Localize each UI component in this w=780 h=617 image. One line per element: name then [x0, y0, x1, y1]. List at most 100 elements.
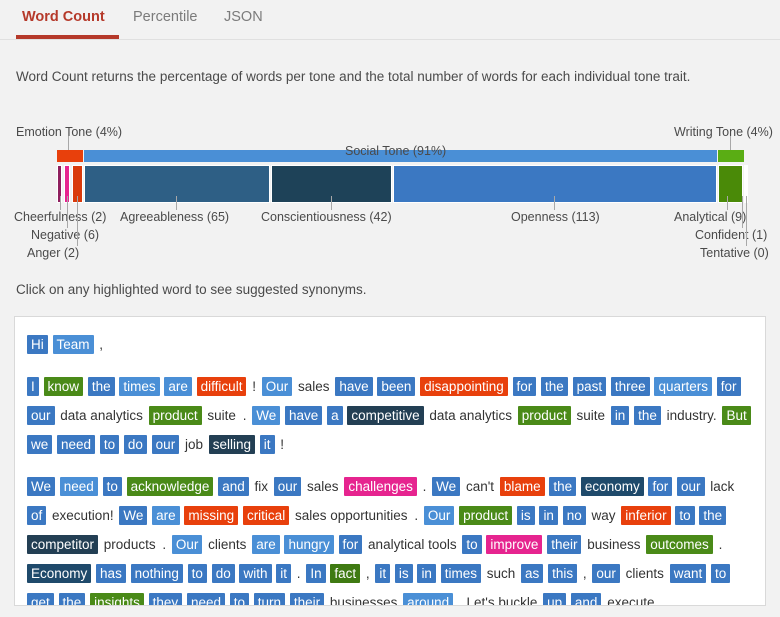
- highlighted-word[interactable]: fact: [330, 564, 361, 583]
- highlighted-word[interactable]: in: [610, 406, 630, 425]
- highlighted-word[interactable]: the: [549, 477, 577, 496]
- highlighted-word[interactable]: in: [539, 506, 558, 525]
- highlighted-word[interactable]: of: [27, 506, 47, 525]
- tab-word-count[interactable]: Word Count: [20, 4, 107, 35]
- highlighted-word[interactable]: economy: [580, 477, 644, 496]
- highlighted-word[interactable]: it: [375, 564, 391, 583]
- highlighted-word[interactable]: insights: [90, 593, 144, 605]
- highlighted-word[interactable]: turn: [253, 593, 286, 605]
- highlighted-word[interactable]: quarters: [654, 377, 712, 396]
- highlighted-word[interactable]: their: [289, 593, 325, 605]
- highlighted-word[interactable]: Our: [171, 535, 203, 554]
- highlighted-word[interactable]: no: [562, 506, 586, 525]
- highlighted-word[interactable]: have: [335, 377, 373, 396]
- highlighted-word[interactable]: the: [87, 377, 115, 396]
- highlighted-word[interactable]: to: [229, 593, 250, 605]
- highlighted-word[interactable]: get: [27, 593, 54, 605]
- highlighted-word[interactable]: are: [164, 377, 192, 396]
- highlighted-word[interactable]: Team: [52, 335, 94, 354]
- highlighted-word[interactable]: to: [99, 435, 120, 454]
- highlighted-word[interactable]: our: [677, 477, 705, 496]
- highlighted-word[interactable]: is: [516, 506, 535, 525]
- highlighted-word[interactable]: difficult: [196, 377, 247, 396]
- trait-bar-agreeableness[interactable]: [84, 165, 270, 203]
- highlighted-word[interactable]: do: [211, 564, 235, 583]
- highlighted-word[interactable]: to: [711, 564, 731, 583]
- highlighted-word[interactable]: need: [186, 593, 225, 605]
- trait-bar-openness[interactable]: [393, 165, 717, 203]
- highlighted-word[interactable]: do: [123, 435, 147, 454]
- highlighted-word[interactable]: inferior: [621, 506, 671, 525]
- analyzed-text-panel[interactable]: Hi Team , I know the times are difficult…: [14, 316, 766, 606]
- highlighted-word[interactable]: our: [273, 477, 302, 496]
- highlighted-word[interactable]: hungry: [284, 535, 334, 554]
- highlighted-word[interactable]: critical: [242, 506, 290, 525]
- highlighted-word[interactable]: competitive: [347, 406, 424, 425]
- highlighted-word[interactable]: are: [152, 506, 180, 525]
- highlighted-word[interactable]: improve: [486, 535, 543, 554]
- highlighted-word[interactable]: selling: [208, 435, 256, 454]
- highlighted-word[interactable]: for: [512, 377, 537, 396]
- highlighted-word[interactable]: and: [218, 477, 249, 496]
- highlighted-word[interactable]: Hi: [27, 335, 48, 354]
- highlighted-word[interactable]: the: [58, 593, 86, 605]
- highlighted-word[interactable]: three: [610, 377, 650, 396]
- highlighted-word[interactable]: missing: [184, 506, 239, 525]
- highlighted-word[interactable]: for: [716, 377, 741, 396]
- group-bar-writing-tone[interactable]: [718, 150, 744, 162]
- highlighted-word[interactable]: In: [306, 564, 326, 583]
- tab-json[interactable]: JSON: [222, 4, 265, 35]
- highlighted-word[interactable]: are: [252, 535, 280, 554]
- highlighted-word[interactable]: in: [417, 564, 436, 583]
- highlighted-word[interactable]: we: [27, 435, 53, 454]
- tab-percentile[interactable]: Percentile: [131, 4, 199, 35]
- highlighted-word[interactable]: product: [148, 406, 202, 425]
- highlighted-word[interactable]: been: [377, 377, 416, 396]
- highlighted-word[interactable]: product: [459, 506, 513, 525]
- highlighted-word[interactable]: it: [259, 435, 275, 454]
- highlighted-word[interactable]: We: [119, 506, 148, 525]
- highlighted-word[interactable]: the: [634, 406, 661, 425]
- highlighted-word[interactable]: acknowledge: [126, 477, 214, 496]
- highlighted-word[interactable]: around: [403, 593, 454, 605]
- highlighted-word[interactable]: has: [96, 564, 126, 583]
- highlighted-word[interactable]: the: [541, 377, 568, 396]
- highlighted-word[interactable]: as: [521, 564, 544, 583]
- trait-bar-analytical[interactable]: [718, 165, 743, 203]
- highlighted-word[interactable]: But: [722, 406, 751, 425]
- highlighted-word[interactable]: nothing: [130, 564, 183, 583]
- highlighted-word[interactable]: a: [327, 406, 343, 425]
- highlighted-word[interactable]: competitor: [27, 535, 99, 554]
- highlighted-word[interactable]: Economy: [27, 564, 92, 583]
- highlighted-word[interactable]: need: [57, 435, 96, 454]
- highlighted-word[interactable]: need: [59, 477, 98, 496]
- highlighted-word[interactable]: have: [285, 406, 323, 425]
- highlighted-word[interactable]: challenges: [344, 477, 417, 496]
- highlighted-word[interactable]: for: [338, 535, 363, 554]
- highlighted-word[interactable]: blame: [499, 477, 545, 496]
- highlighted-word[interactable]: to: [187, 564, 207, 583]
- highlighted-word[interactable]: up: [543, 593, 567, 605]
- highlighted-word[interactable]: times: [440, 564, 481, 583]
- highlighted-word[interactable]: to: [102, 477, 122, 496]
- highlighted-word[interactable]: Our: [261, 377, 293, 396]
- highlighted-word[interactable]: the: [699, 506, 727, 525]
- highlighted-word[interactable]: want: [669, 564, 707, 583]
- highlighted-word[interactable]: our: [27, 406, 55, 425]
- highlighted-word[interactable]: their: [547, 535, 582, 554]
- highlighted-word[interactable]: outcomes: [646, 535, 713, 554]
- highlighted-word[interactable]: and: [570, 593, 602, 605]
- highlighted-word[interactable]: is: [394, 564, 413, 583]
- highlighted-word[interactable]: our: [592, 564, 620, 583]
- highlighted-word[interactable]: past: [572, 377, 607, 396]
- highlighted-word[interactable]: Our: [423, 506, 455, 525]
- highlighted-word[interactable]: they: [148, 593, 183, 605]
- highlighted-word[interactable]: We: [27, 477, 56, 496]
- highlighted-word[interactable]: disappointing: [420, 377, 508, 396]
- group-bar-emotion-tone[interactable]: [57, 150, 83, 162]
- highlighted-word[interactable]: We: [252, 406, 281, 425]
- highlighted-word[interactable]: times: [119, 377, 160, 396]
- highlighted-word[interactable]: for: [648, 477, 673, 496]
- highlighted-word[interactable]: I: [27, 377, 39, 396]
- highlighted-word[interactable]: it: [276, 564, 292, 583]
